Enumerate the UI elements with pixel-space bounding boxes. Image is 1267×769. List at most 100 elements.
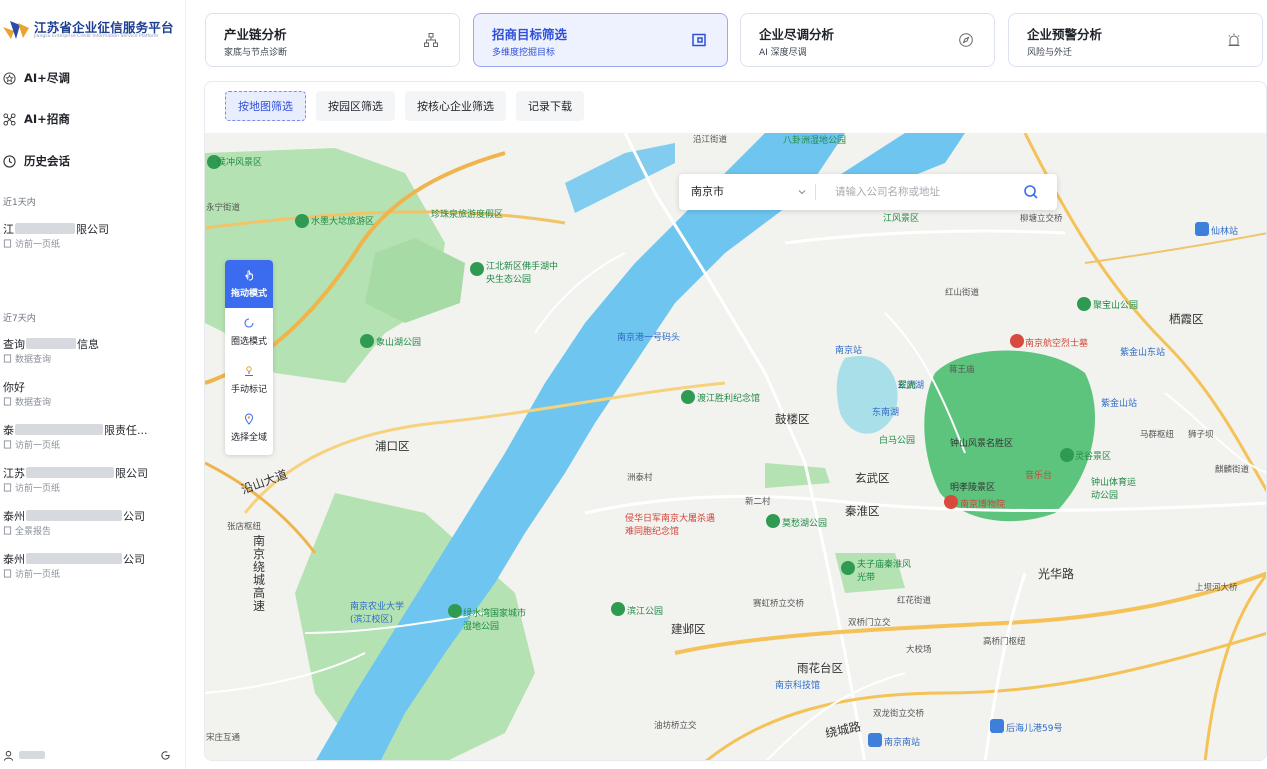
history-title-suffix: 限责任... [104,423,148,437]
history-item[interactable]: 你好 数据查询 [3,379,181,409]
redacted-block [26,467,114,478]
map-label: 紫金山站 [1101,399,1138,409]
document-icon [3,526,12,535]
hierarchy-icon [424,33,438,47]
platform-logo[interactable]: 江苏省企业征信服务平台 Jiangsu Enterprise Credit In… [3,17,183,47]
history-title-suffix: 信息 [77,337,99,351]
map-base [205,133,1266,760]
nav-ai-due-diligence[interactable]: AI+尽调 [3,68,70,88]
map-label: 宋庄互通 [206,733,241,743]
map-label: 聚宝山公园 [1093,301,1139,311]
circle-select-icon [244,318,254,328]
nav-ai-investment[interactable]: AI+招商 [3,109,70,129]
recent-7d-label: 近7天内 [3,314,36,324]
history-title-prefix: 江 [3,222,14,236]
location-icon [244,413,254,425]
map-label: 南京南站 [884,738,921,748]
park-pin-icon [841,561,855,575]
chevron-down-icon[interactable] [797,187,807,197]
map-label: 双桥门立交 [848,618,891,628]
card-target-screening[interactable]: 招商目标筛选 多维度挖掘目标 [473,13,728,67]
map-label: 翠洲 [898,381,917,391]
compass-icon [959,33,973,47]
redacted-username [19,751,45,759]
map-label: 珍珠泉旅游度假区 [431,210,504,220]
map-label: 高桥门枢纽 [983,637,1026,647]
map-label: 莫愁湖公园 [782,519,828,529]
map-label-jianye: 建邺区 [671,622,706,636]
park-pin-icon [766,514,780,528]
map-label-qinhuai: 秦淮区 [845,504,880,518]
map-label: 渡江胜利纪念馆 [697,394,761,404]
document-icon [3,440,12,449]
map-label-gulou: 鼓楼区 [775,412,810,426]
map-label: 象山湖公园 [376,338,422,348]
map-label: 南京绕城高速 [253,534,266,613]
history-title-prefix: 泰 [3,423,14,437]
history-subtitle: 数据查询 [15,355,52,365]
target-box-icon [692,33,706,47]
history-title-prefix: 江苏 [3,466,25,480]
transit-pin-icon [990,719,1004,733]
history-subtitle: 数据查询 [15,398,52,408]
map-label: 后海儿港59号 [1006,724,1063,734]
tab-map-filter[interactable]: 按地图筛选 [225,91,306,121]
card-title: 企业预警分析 [1027,27,1103,42]
redacted-block [26,553,122,564]
card-subtitle: 家底与节点诊断 [224,48,288,58]
history-subtitle: 全景报告 [15,527,52,537]
map-label: 光华路 [1038,567,1075,581]
search-icon[interactable] [1023,184,1039,200]
map-label: 南京农业大学(滨江校区) [350,602,405,625]
filter-tabs: 按地图筛选 按园区筛选 按核心企业筛选 记录下载 [225,91,594,121]
map-label-zhongshan: 钟山风景名胜区 [950,439,1014,449]
screening-panel: 按地图筛选 按园区筛选 按核心企业筛选 记录下载 鼓楼区 浦口区 玄武区 秦淮区… [204,81,1267,761]
map-mode-toolbar: 拖动模式 圈选模式 手动标记 选择全域 [225,260,273,455]
sidebar: 江苏省企业征信服务平台 Jiangsu Enterprise Credit In… [0,0,186,769]
mode-label: 选择全域 [230,433,267,443]
mode-label: 手动标记 [230,385,267,395]
history-item[interactable]: 泰州 公司 全景报告 [3,508,181,538]
logout-icon[interactable] [160,750,171,761]
logo-mark-icon [3,21,29,39]
city-select[interactable]: 南京市 [691,174,724,210]
history-subtitle: 访前一页纸 [15,570,61,580]
map-label-yuhuatai: 雨花台区 [797,661,843,675]
map-label: 白马公园 [879,436,916,446]
map-label: 大校场 [906,645,932,655]
history-item[interactable]: 查询 信息 数据查询 [3,336,181,366]
mode-manual-mark[interactable]: 手动标记 [225,356,273,404]
map-label: 音乐台 [1025,471,1053,481]
map-label: 江风景区 [883,214,920,224]
history-subtitle: 访前一页纸 [15,484,61,494]
map-label: 红山街道 [945,288,980,298]
history-title-suffix: 公司 [123,509,145,523]
history-title-suffix: 限公司 [76,222,109,236]
history-item[interactable]: 江苏 限公司 访前一页纸 [3,465,181,495]
mode-drag[interactable]: 拖动模式 [225,260,273,308]
company-search-input[interactable] [835,182,1005,202]
history-item[interactable]: 泰州 公司 访前一页纸 [3,551,181,581]
park-pin-icon [295,214,309,228]
tab-park-filter[interactable]: 按园区筛选 [316,91,395,121]
nav-history[interactable]: 历史会话 [3,151,70,171]
card-early-warning[interactable]: 企业预警分析 风险与外迁 [1008,13,1263,67]
map-view[interactable]: 鼓楼区 浦口区 玄武区 秦淮区 建邺区 雨花台区 栖霞区 钟山风景名胜区 沿江街… [205,133,1266,760]
mode-select-all[interactable]: 选择全域 [225,404,273,452]
map-label: 沿江街道 [693,135,728,145]
user-icon[interactable] [3,750,14,761]
tab-core-enterprise-filter[interactable]: 按核心企业筛选 [405,91,506,121]
mode-circle-select[interactable]: 圈选模式 [225,308,273,356]
network-icon [3,112,16,126]
map-label: 绿水湾国家城市湿地公园 [463,609,527,632]
history-item[interactable]: 泰 限责任... 访前一页纸 [3,422,181,452]
history-title-suffix: 公司 [123,552,145,566]
card-due-diligence[interactable]: 企业尽调分析 AI 深度尽调 [740,13,995,67]
history-item[interactable]: 江 限公司 访前一页纸 [3,221,181,251]
map-label: 侵华日军南京大屠杀遇难同胞纪念馆 [625,514,716,537]
map-label: 明孝陵景区 [950,483,996,493]
tab-record-download[interactable]: 记录下载 [516,91,584,121]
document-icon [3,239,12,248]
card-industry-chain[interactable]: 产业链分析 家底与节点诊断 [205,13,460,67]
card-title: 招商目标筛选 [492,27,568,42]
